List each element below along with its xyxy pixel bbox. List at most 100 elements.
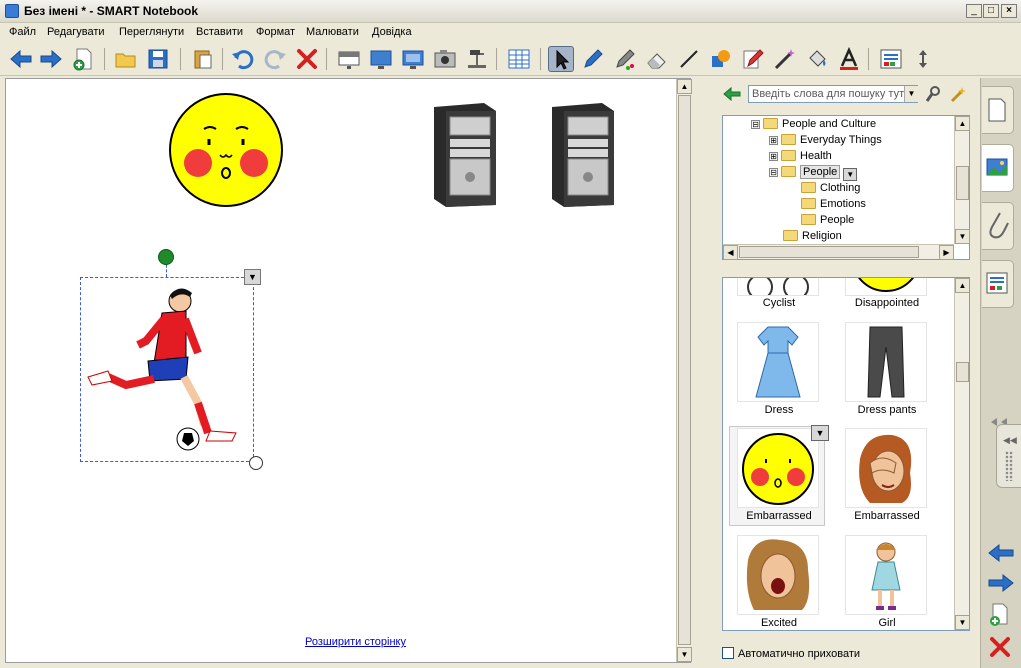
save-button[interactable] — [145, 46, 171, 72]
open-button[interactable] — [113, 46, 139, 72]
tree-hscrollbar[interactable]: ◀ ▶ — [723, 244, 954, 260]
gallery-tree[interactable]: ⊟ People and Culture ⊞ Everyday Things ⊞ He… — [722, 115, 970, 260]
menu-format[interactable]: Формат — [256, 26, 295, 38]
magic-pen-button[interactable] — [740, 46, 766, 72]
side-delete-page-icon[interactable] — [989, 636, 1011, 658]
select-tool-button[interactable] — [548, 46, 574, 72]
move-toolbar-button[interactable] — [910, 46, 936, 72]
scroll-up-button[interactable]: ▲ — [677, 79, 692, 94]
delete-button[interactable] — [294, 46, 320, 72]
document-camera-button[interactable] — [464, 46, 490, 72]
tree-scroll-down[interactable]: ▼ — [955, 229, 970, 244]
gallery-item-menu-button[interactable]: ▼ — [811, 425, 829, 441]
computer-tower-image-1[interactable] — [426, 101, 502, 209]
page-sorter-tab[interactable] — [982, 86, 1014, 134]
embarrassed-face-image[interactable] — [166, 91, 286, 209]
back-button[interactable] — [8, 46, 34, 72]
folder-icon — [801, 182, 816, 193]
gallery-scroll-down[interactable]: ▼ — [955, 615, 969, 630]
minimize-button[interactable]: _ — [966, 4, 982, 18]
scroll-down-button[interactable]: ▼ — [677, 647, 692, 662]
magic-wand-button[interactable] — [772, 46, 798, 72]
menu-file[interactable]: Файл — [9, 26, 36, 38]
gallery-scrollbar[interactable]: ▲ ▼ — [954, 278, 969, 630]
gallery-back-icon[interactable] — [723, 86, 741, 102]
tree-scroll-up[interactable]: ▲ — [955, 116, 970, 131]
dress-thumbnail — [737, 322, 819, 402]
collapse-icon[interactable]: ⊟ — [769, 168, 778, 177]
eraser-tool-button[interactable] — [644, 46, 670, 72]
menu-insert[interactable]: Вставити — [196, 26, 243, 38]
tree-scroll-right[interactable]: ▶ — [939, 245, 954, 260]
canvas-scrollbar[interactable]: ▲ ▼ — [676, 79, 692, 662]
tree-scrollbar[interactable]: ▲ ▼ — [954, 116, 970, 244]
expand-icon[interactable]: ⊞ — [769, 152, 778, 161]
redo-button[interactable] — [262, 46, 288, 72]
soccer-player-image[interactable] — [86, 283, 248, 455]
paste-button[interactable] — [190, 46, 216, 72]
floppy-icon — [148, 49, 168, 69]
side-add-page-icon[interactable] — [987, 602, 1011, 628]
add-page-button[interactable] — [70, 46, 96, 72]
table-button[interactable] — [506, 46, 532, 72]
expand-icon[interactable]: ⊞ — [769, 136, 778, 145]
page-sorter-icon — [988, 98, 1006, 122]
auto-hide-checkbox[interactable] — [722, 647, 734, 659]
panel-resize-handle[interactable]: ◀◀ — [996, 424, 1021, 488]
extend-page-link[interactable]: Розширити сторінку — [305, 636, 406, 648]
tree-node-everyday-things[interactable]: ⊞ Everyday Things — [769, 134, 882, 150]
prev-page-icon[interactable] — [987, 542, 1015, 564]
properties-button[interactable] — [878, 46, 904, 72]
scroll-thumb[interactable] — [678, 95, 691, 645]
gallery-scroll-thumb[interactable] — [956, 362, 969, 382]
magnifier-icon[interactable] — [926, 85, 942, 103]
tree-hscroll-thumb[interactable] — [739, 246, 919, 258]
tree-node-health[interactable]: ⊞ Health — [769, 150, 832, 166]
gallery-search-input[interactable]: Введіть слова для пошуку тут — [748, 85, 918, 103]
screen-shade-icon — [338, 51, 360, 69]
tree-node-emotions[interactable]: Emotions — [801, 198, 866, 214]
text-tool-button[interactable] — [836, 46, 862, 72]
capture-button[interactable] — [432, 46, 458, 72]
resize-handle[interactable] — [249, 456, 263, 470]
collapse-icon[interactable]: ⊟ — [751, 120, 760, 129]
whiteboard-canvas[interactable]: ▼ ▲ ▼ — [5, 78, 692, 663]
menu-help[interactable]: Довідка — [372, 26, 412, 38]
rotate-handle[interactable] — [158, 249, 174, 265]
excited-thumbnail — [737, 535, 819, 615]
tree-scroll-thumb[interactable] — [956, 166, 969, 200]
full-screen-button[interactable] — [368, 46, 394, 72]
tree-node-menu-button[interactable]: ▼ — [843, 168, 858, 181]
undo-button[interactable] — [230, 46, 256, 72]
menu-view[interactable]: Переглянути — [119, 26, 184, 38]
tree-node-clothing[interactable]: Clothing — [801, 182, 860, 198]
dual-page-button[interactable] — [400, 46, 426, 72]
line-tool-button[interactable] — [676, 46, 702, 72]
menu-edit[interactable]: Редагувати — [47, 26, 105, 38]
menu-draw[interactable]: Малювати — [306, 26, 359, 38]
search-dropdown-button[interactable]: ▼ — [904, 86, 918, 102]
pen-tool-button[interactable] — [580, 46, 606, 72]
auto-hide-option[interactable]: Автоматично приховати — [722, 647, 860, 660]
forward-button[interactable] — [38, 46, 64, 72]
gallery-tools-icon[interactable] — [950, 85, 968, 103]
screen-shade-button[interactable] — [336, 46, 362, 72]
gallery-items[interactable]: Cyclist Disappointed Dress Dress pants E… — [722, 277, 970, 631]
tree-node-people[interactable]: ⊟ People ▼ — [769, 165, 858, 182]
tree-scroll-left[interactable]: ◀ — [723, 245, 738, 260]
tree-node-people-sub[interactable]: People — [801, 214, 854, 230]
creative-pen-button[interactable] — [612, 46, 638, 72]
gallery-scroll-up[interactable]: ▲ — [955, 278, 969, 293]
monitor-icon — [370, 50, 392, 69]
maximize-button[interactable]: □ — [983, 4, 999, 18]
tree-node-people-and-culture[interactable]: ⊟ People and Culture — [751, 118, 876, 134]
attachments-tab[interactable] — [982, 202, 1014, 250]
fill-tool-button[interactable] — [804, 46, 830, 72]
next-page-icon[interactable] — [987, 572, 1015, 594]
dress-pants-thumbnail — [845, 322, 927, 402]
gallery-tab[interactable] — [982, 144, 1014, 192]
properties-tab[interactable] — [982, 260, 1014, 308]
shapes-tool-button[interactable] — [708, 46, 734, 72]
close-window-button[interactable]: × — [1001, 4, 1017, 18]
computer-tower-image-2[interactable] — [544, 101, 620, 209]
